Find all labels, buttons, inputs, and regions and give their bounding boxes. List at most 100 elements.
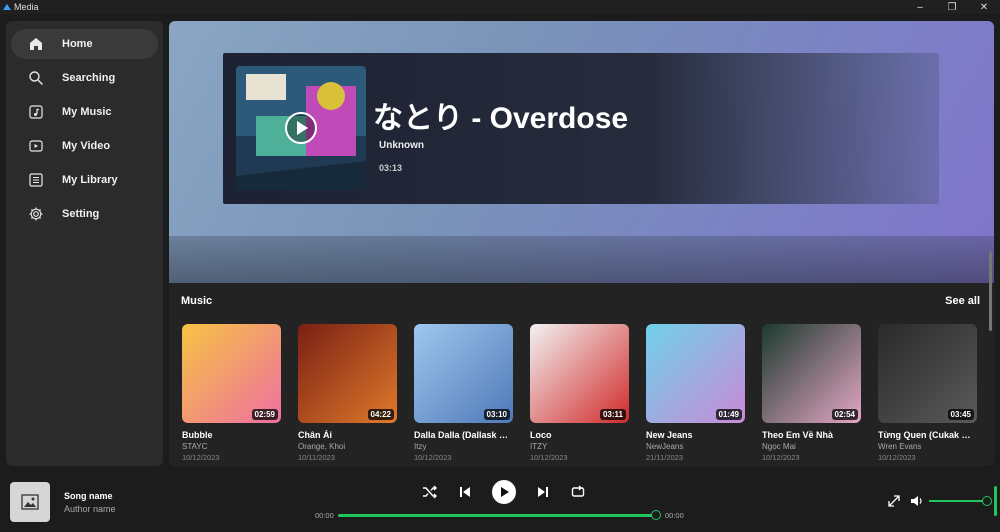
app-icon xyxy=(3,4,11,10)
minimize-button[interactable]: – xyxy=(904,0,936,14)
track-date: 10/12/2023 xyxy=(762,453,800,462)
music-card[interactable]: 03:45 Từng Quen (Cukak Re... Wren Evans 10/… xyxy=(878,324,977,462)
track-artist: Ngọc Mai xyxy=(762,442,796,451)
sidebar-item-label: Searching xyxy=(62,72,116,84)
sidebar-item-label: My Library xyxy=(62,174,118,186)
music-note-icon xyxy=(27,103,45,121)
home-icon xyxy=(27,35,45,53)
sidebar-item-label: My Music xyxy=(62,106,112,118)
expand-icon[interactable] xyxy=(887,494,901,508)
music-card[interactable]: 01:49 New Jeans NewJeans 21/11/2023 xyxy=(646,324,745,462)
main-content: なとり - Overdose Unknown 03:13 Music See a… xyxy=(169,21,994,466)
gear-icon xyxy=(27,205,45,223)
sidebar-item-label: Setting xyxy=(62,208,100,220)
volume-slider[interactable] xyxy=(929,500,985,502)
title-bar: Media – ❐ ✕ xyxy=(0,0,1000,14)
track-duration: 03:11 xyxy=(599,409,626,420)
track-artist: STAYC xyxy=(182,442,208,451)
sidebar-item-home[interactable]: Home xyxy=(11,29,158,59)
track-date: 21/11/2023 xyxy=(646,453,683,462)
track-title[interactable]: New Jeans xyxy=(646,430,745,440)
library-icon xyxy=(27,171,45,189)
track-title[interactable]: Loco xyxy=(530,430,629,440)
track-duration: 04:22 xyxy=(367,409,394,420)
sidebar-item-searching[interactable]: Searching xyxy=(11,63,158,93)
album-art[interactable]: 03:45 xyxy=(878,324,977,423)
music-card[interactable]: 04:22 Chân Ái Orange, Khoi 10/11/2023 xyxy=(298,324,397,462)
track-artist: Wren Evans xyxy=(878,442,922,451)
sidebar-item-my-music[interactable]: My Music xyxy=(11,97,158,127)
music-card-list: 02:59 Bubble STAYC 10/12/2023 04:22 Chân Ái Or… xyxy=(182,324,977,462)
player-bar: Song name Author name 00:00 00:00 xyxy=(0,472,1000,532)
featured-track-card[interactable]: なとり - Overdose Unknown 03:13 xyxy=(223,53,939,204)
sidebar-item-setting[interactable]: Setting xyxy=(11,199,158,229)
album-art[interactable]: 02:54 xyxy=(762,324,861,423)
scrollbar[interactable] xyxy=(989,251,992,331)
close-button[interactable]: ✕ xyxy=(968,0,1000,14)
track-artist: ITZY xyxy=(530,442,548,451)
shuffle-icon xyxy=(423,485,437,499)
now-playing-art xyxy=(10,482,50,522)
section-title: Music xyxy=(181,295,213,307)
track-title[interactable]: Chân Ái xyxy=(298,430,397,440)
maximize-button[interactable]: ❐ xyxy=(936,0,968,14)
see-all-link[interactable]: See all xyxy=(945,295,980,307)
repeat-icon xyxy=(571,485,585,497)
track-date: 10/12/2023 xyxy=(878,453,916,462)
album-art[interactable]: 04:22 xyxy=(298,324,397,423)
previous-button[interactable] xyxy=(457,484,473,500)
play-overlay-icon[interactable] xyxy=(284,111,318,145)
resize-handle[interactable] xyxy=(994,486,997,516)
sidebar-item-label: Home xyxy=(62,38,93,50)
next-button[interactable] xyxy=(535,484,551,500)
sidebar-item-my-library[interactable]: My Library xyxy=(11,165,158,195)
volume-thumb[interactable] xyxy=(982,496,992,506)
track-artist: Itzy xyxy=(414,442,427,451)
shuffle-button[interactable] xyxy=(422,484,438,500)
featured-artist: Unknown xyxy=(379,140,424,151)
skip-next-icon xyxy=(538,487,548,497)
music-card[interactable]: 02:54 Theo Em Về Nhà Ngọc Mai 10/12/2023 xyxy=(762,324,861,462)
window-title: Media xyxy=(14,2,39,12)
track-duration: 02:59 xyxy=(251,409,278,420)
music-card[interactable]: 02:59 Bubble STAYC 10/12/2023 xyxy=(182,324,281,462)
sidebar-item-my-video[interactable]: My Video xyxy=(11,131,158,161)
progress-bar[interactable] xyxy=(338,514,656,517)
featured-duration: 03:13 xyxy=(379,163,403,173)
track-title[interactable]: Dalla Dalla (Dallask R... xyxy=(414,430,513,440)
time-current: 00:00 xyxy=(315,511,334,520)
track-title[interactable]: Từng Quen (Cukak Re... xyxy=(878,430,977,440)
volume-icon[interactable] xyxy=(910,494,924,508)
progress-thumb[interactable] xyxy=(651,510,661,520)
album-art[interactable]: 02:59 xyxy=(182,324,281,423)
track-date: 10/12/2023 xyxy=(414,453,452,462)
time-total: 00:00 xyxy=(665,511,684,520)
track-duration: 02:54 xyxy=(831,409,858,420)
album-art[interactable]: 03:10 xyxy=(414,324,513,423)
album-art[interactable]: 01:49 xyxy=(646,324,745,423)
search-icon xyxy=(27,69,45,87)
repeat-button[interactable] xyxy=(570,484,586,500)
music-section: Music See all 02:59 Bubble STAYC 10/12/2023… xyxy=(169,283,994,466)
video-icon xyxy=(27,137,45,155)
sidebar-item-label: My Video xyxy=(62,140,111,152)
skip-previous-icon xyxy=(460,487,470,497)
sidebar: Home Searching My Music My Video My Libr… xyxy=(6,21,163,466)
image-placeholder-icon xyxy=(21,494,39,510)
track-duration: 03:45 xyxy=(947,409,974,420)
track-title[interactable]: Bubble xyxy=(182,430,281,440)
play-button[interactable] xyxy=(492,480,516,504)
track-artist: Orange, Khoi xyxy=(298,442,346,451)
album-art[interactable]: 03:11 xyxy=(530,324,629,423)
hero-banner: なとり - Overdose Unknown 03:13 xyxy=(169,21,994,283)
track-duration: 01:49 xyxy=(715,409,742,420)
track-date: 10/12/2023 xyxy=(530,453,568,462)
track-date: 10/11/2023 xyxy=(298,453,335,462)
music-card[interactable]: 03:10 Dalla Dalla (Dallask R... Itzy 10/12/… xyxy=(414,324,513,462)
now-playing-artist: Author name xyxy=(64,504,116,514)
featured-album-art[interactable] xyxy=(236,66,366,190)
track-title[interactable]: Theo Em Về Nhà xyxy=(762,430,861,440)
music-card[interactable]: 03:11 Loco ITZY 10/12/2023 xyxy=(530,324,629,462)
now-playing-title: Song name xyxy=(64,491,113,501)
track-date: 10/12/2023 xyxy=(182,453,220,462)
